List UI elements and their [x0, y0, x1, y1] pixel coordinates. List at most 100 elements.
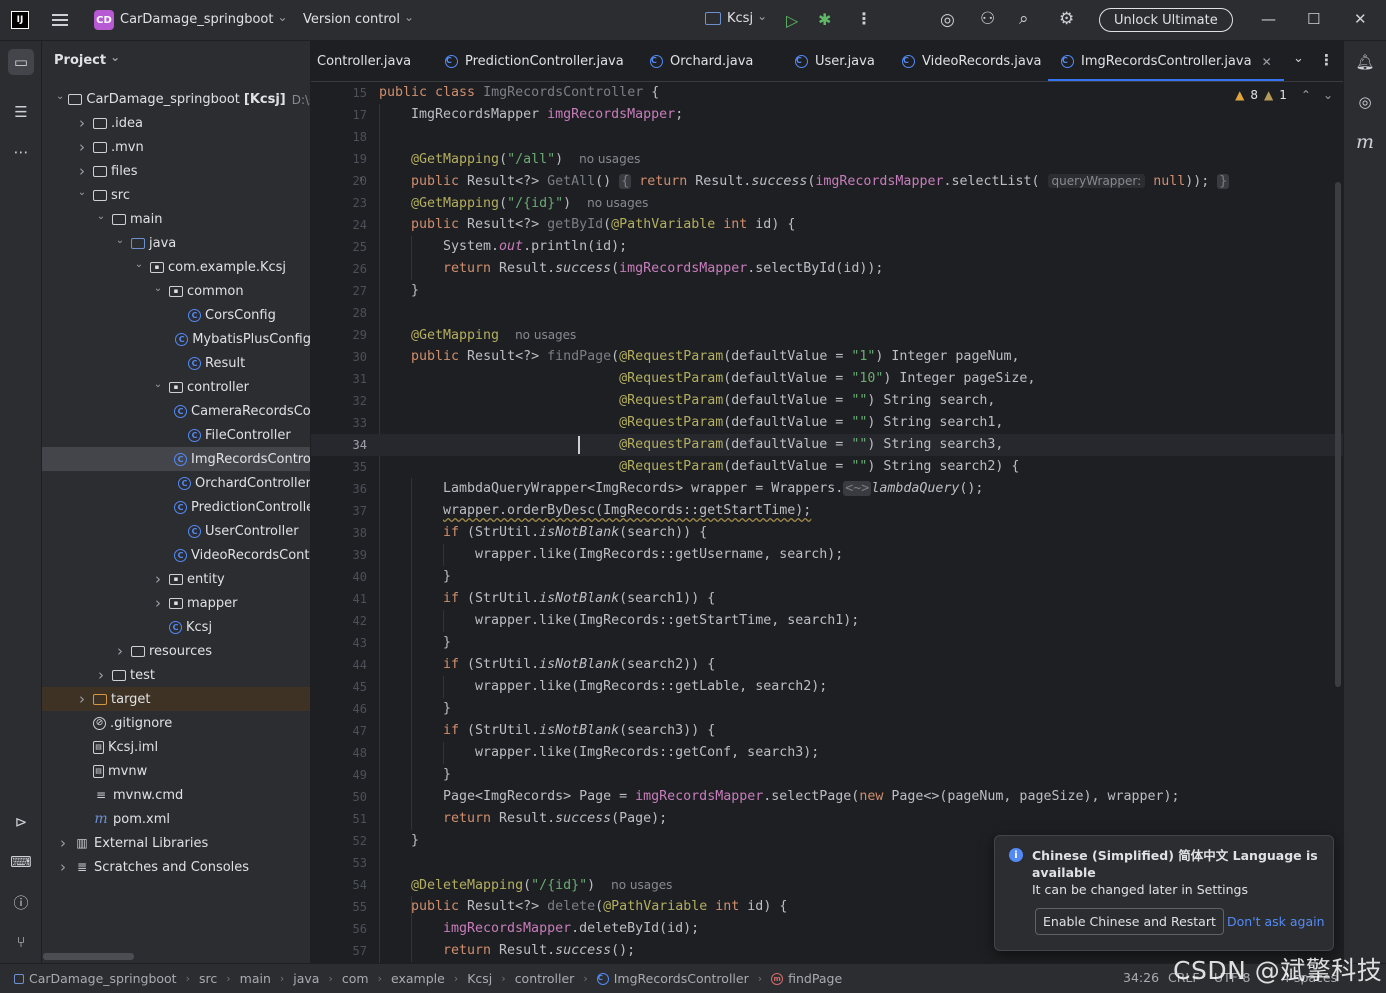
- code-line[interactable]: public Result<?> findPage(@RequestParam(…: [411, 346, 1019, 368]
- line-number[interactable]: 28: [311, 306, 367, 320]
- minimize-icon[interactable]: —: [1261, 10, 1276, 28]
- breadcrumb-item[interactable]: controller: [515, 971, 575, 986]
- tree-item[interactable]: C Result: [42, 351, 310, 375]
- tree-item[interactable]: ▤ mvnw: [42, 759, 310, 783]
- problems-icon[interactable]: ⓘ: [8, 889, 34, 915]
- close-tab-icon[interactable]: ✕: [1262, 55, 1272, 69]
- code-line[interactable]: imgRecordsMapper.deleteById(id);: [443, 918, 699, 940]
- code-line[interactable]: if (StrUtil.isNotBlank(search)) {: [443, 522, 707, 544]
- code-line[interactable]: if (StrUtil.isNotBlank(search1)) {: [443, 588, 715, 610]
- line-number[interactable]: 54: [311, 878, 367, 892]
- line-number[interactable]: 49: [311, 768, 367, 782]
- line-number[interactable]: 56: [311, 922, 367, 936]
- line-number[interactable]: 50: [311, 790, 367, 804]
- line-number[interactable]: 47: [311, 724, 367, 738]
- code-line[interactable]: ImgRecordsMapper imgRecordsMapper;: [411, 104, 683, 126]
- line-number[interactable]: 30: [311, 350, 367, 364]
- line-number[interactable]: 17: [311, 108, 367, 122]
- code-line[interactable]: @RequestParam(defaultValue = "10") Integ…: [411, 368, 1035, 390]
- chevron-down-icon[interactable]: ⌄: [56, 91, 64, 102]
- run-config-selector[interactable]: Kcsj: [705, 11, 767, 26]
- line-number[interactable]: 41: [311, 592, 367, 606]
- code-editor[interactable]: 15 public class ImgRecordsController {17 I…: [311, 82, 1343, 963]
- code-line[interactable]: if (StrUtil.isNotBlank(search2)) {: [443, 654, 715, 676]
- debug-icon[interactable]: ✱: [818, 10, 831, 29]
- code-line[interactable]: @RequestParam(defaultValue = "") String …: [411, 412, 1003, 434]
- dont-ask-again-link[interactable]: Don't ask again: [1227, 914, 1325, 929]
- next-highlight-icon[interactable]: ⌄: [1323, 88, 1333, 102]
- line-number[interactable]: 43: [311, 636, 367, 650]
- fold-chevron-icon[interactable]: ›: [359, 174, 363, 185]
- chevron-down-icon[interactable]: ⌄: [94, 211, 108, 222]
- editor-tab[interactable]: C PredictionController.java: [445, 41, 624, 81]
- code-line[interactable]: @DeleteMapping("/{id}") no usages: [411, 874, 672, 896]
- tree-item[interactable]: C CameraRecordsController: [42, 399, 310, 423]
- line-number[interactable]: 45: [311, 680, 367, 694]
- code-line[interactable]: if (StrUtil.isNotBlank(search3)) {: [443, 720, 715, 742]
- tabs-more-icon[interactable]: ⋮: [1319, 51, 1334, 69]
- code-line[interactable]: public Result<?> delete(@PathVariable in…: [411, 896, 787, 918]
- version-control-menu[interactable]: Version control: [303, 12, 414, 27]
- line-number[interactable]: 38: [311, 526, 367, 540]
- code-line[interactable]: @RequestParam(defaultValue = "") String …: [411, 434, 1003, 456]
- code-line[interactable]: wrapper.like(ImgRecords::getStartTime, s…: [475, 610, 859, 632]
- ai-chat-icon[interactable]: ◎: [1352, 89, 1378, 115]
- line-number[interactable]: 52: [311, 834, 367, 848]
- line-number[interactable]: 19: [311, 152, 367, 166]
- code-line[interactable]: public class ImgRecordsController {: [379, 82, 659, 104]
- line-number[interactable]: 36: [311, 482, 367, 496]
- tree-item[interactable]: C OrchardController: [42, 471, 310, 495]
- horizontal-scrollbar[interactable]: [43, 953, 134, 960]
- code-line[interactable]: @RequestParam(defaultValue = "") String …: [411, 456, 1019, 478]
- line-number[interactable]: 51: [311, 812, 367, 826]
- tree-item[interactable]: ⌄ main: [42, 207, 310, 231]
- breadcrumb-item[interactable]: m findPage: [771, 971, 842, 986]
- tree-item[interactable]: › test: [42, 663, 310, 687]
- settings-gear-icon[interactable]: ⚙: [1059, 9, 1074, 29]
- tree-item[interactable]: › files: [42, 159, 310, 183]
- code-line[interactable]: wrapper.like(ImgRecords::getConf, search…: [475, 742, 819, 764]
- unlock-ultimate-button[interactable]: Unlock Ultimate: [1099, 8, 1233, 32]
- maven-icon[interactable]: m: [1352, 129, 1378, 155]
- tree-item[interactable]: C PredictionController: [42, 495, 310, 519]
- line-number[interactable]: 35: [311, 460, 367, 474]
- ai-assistant-icon[interactable]: ◎: [940, 10, 955, 30]
- line-number[interactable]: 37: [311, 504, 367, 518]
- code-line[interactable]: Page<ImgRecords> Page = imgRecordsMapper…: [443, 786, 1180, 808]
- tree-item[interactable]: C Kcsj: [42, 615, 310, 639]
- editor-vertical-scrollbar[interactable]: [1335, 182, 1341, 687]
- maximize-icon[interactable]: ☐: [1307, 10, 1320, 28]
- chevron-right-icon[interactable]: ›: [56, 858, 70, 876]
- enable-chinese-button[interactable]: Enable Chinese and Restart: [1035, 908, 1224, 935]
- line-number[interactable]: 57: [311, 944, 367, 958]
- code-line[interactable]: wrapper.like(ImgRecords::getUsername, se…: [475, 544, 843, 566]
- tree-item[interactable]: ≡ mvnw.cmd: [42, 783, 310, 807]
- line-number[interactable]: 40: [311, 570, 367, 584]
- tree-item[interactable]: › target: [42, 687, 310, 711]
- tree-item[interactable]: › resources: [42, 639, 310, 663]
- code-line[interactable]: return Result.success(Page);: [443, 808, 667, 830]
- tree-item[interactable]: ⌄ src: [42, 183, 310, 207]
- code-line[interactable]: @RequestParam(defaultValue = "") String …: [411, 390, 995, 412]
- line-number[interactable]: 46: [311, 702, 367, 716]
- tree-item[interactable]: ⌄ ▪ common: [42, 279, 310, 303]
- tree-item[interactable]: › .mvn: [42, 135, 310, 159]
- run-icon[interactable]: ▷: [786, 11, 798, 30]
- line-number[interactable]: 27: [311, 284, 367, 298]
- editor-tab[interactable]: C VideoRecords.java: [902, 41, 1041, 81]
- chevron-right-icon[interactable]: ›: [56, 834, 70, 852]
- line-number[interactable]: 44: [311, 658, 367, 672]
- tree-item[interactable]: ⌄ java: [42, 231, 310, 255]
- project-selector[interactable]: CarDamage_springboot: [120, 12, 288, 27]
- breadcrumb-item[interactable]: com: [342, 971, 369, 986]
- line-number[interactable]: 26: [311, 262, 367, 276]
- code-line[interactable]: }: [411, 280, 419, 302]
- close-window-icon[interactable]: ✕: [1354, 10, 1367, 28]
- code-line[interactable]: @GetMapping("/{id}") no usages: [411, 192, 648, 214]
- chevron-right-icon[interactable]: ›: [75, 162, 89, 180]
- tree-item[interactable]: › ≣ Scratches and Consoles: [42, 855, 310, 879]
- code-line[interactable]: @GetMapping no usages: [411, 324, 576, 346]
- breadcrumb-item[interactable]: src: [199, 971, 217, 986]
- services-icon[interactable]: ⊳: [8, 809, 34, 835]
- chevron-right-icon[interactable]: ›: [113, 642, 127, 660]
